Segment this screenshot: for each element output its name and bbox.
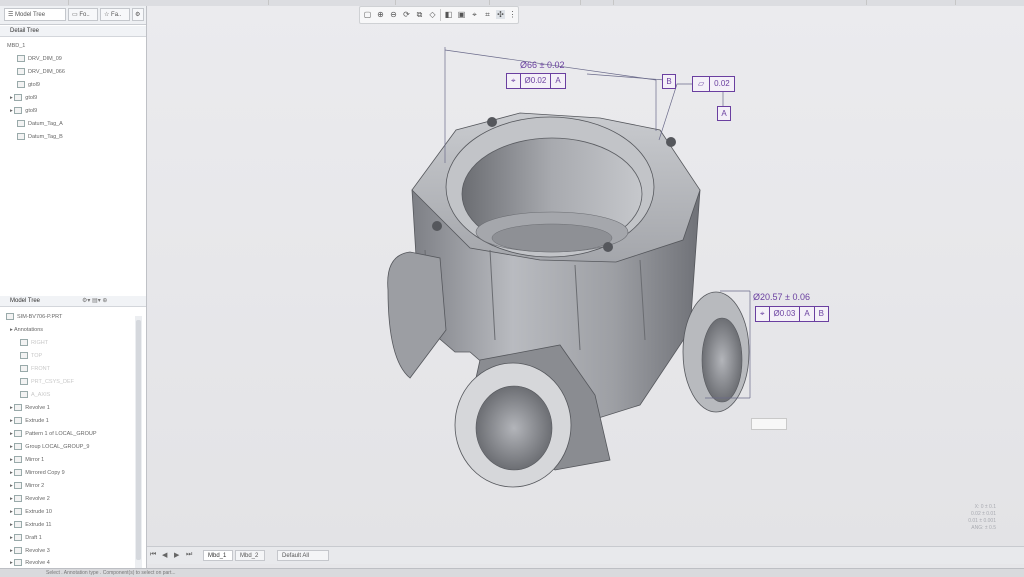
tab-mbd-2[interactable]: Mbd_2 bbox=[235, 550, 265, 561]
fcf-flatness[interactable]: ▱ 0.02 bbox=[692, 76, 735, 92]
pick-tooltip bbox=[751, 418, 787, 430]
datum-tag-a[interactable]: A bbox=[717, 106, 731, 121]
first-sheet-icon[interactable]: ⏮ bbox=[150, 551, 156, 559]
view-state-select[interactable]: Default All bbox=[277, 550, 329, 561]
dimension-right[interactable]: Ø20.57 ± 0.06 bbox=[753, 292, 810, 302]
coordinate-readout: X: 0 ± 0.1 0.02 ± 0.01 0.01 ± 0.001 ANG:… bbox=[968, 504, 996, 531]
last-sheet-icon[interactable]: ⏭ bbox=[186, 551, 192, 559]
position-icon: ⌖ bbox=[507, 74, 521, 88]
fcf-right[interactable]: ⌖ Ø0.03 A B bbox=[755, 306, 829, 322]
datum-tag-b[interactable]: B bbox=[662, 74, 676, 89]
fcf-top[interactable]: ⌖ Ø0.02 A bbox=[506, 73, 566, 89]
housing-model[interactable] bbox=[387, 112, 750, 488]
flatness-icon: ▱ bbox=[693, 77, 711, 91]
dimension-top[interactable]: Ø66 ± 0.02 bbox=[520, 60, 564, 70]
fcf-top-datum: A bbox=[555, 76, 561, 85]
position-icon: ⌖ bbox=[756, 307, 770, 321]
next-sheet-icon[interactable]: ▶ bbox=[174, 551, 179, 559]
sheet-tab-bar: ⏮ ◀ ▶ ⏭ Mbd_1 Mbd_2 Default All bbox=[147, 546, 1024, 564]
tab-mbd-1[interactable]: Mbd_1 bbox=[203, 550, 233, 561]
fcf-top-value: Ø0.02 bbox=[521, 74, 552, 88]
prev-sheet-icon[interactable]: ◀ bbox=[162, 551, 167, 559]
